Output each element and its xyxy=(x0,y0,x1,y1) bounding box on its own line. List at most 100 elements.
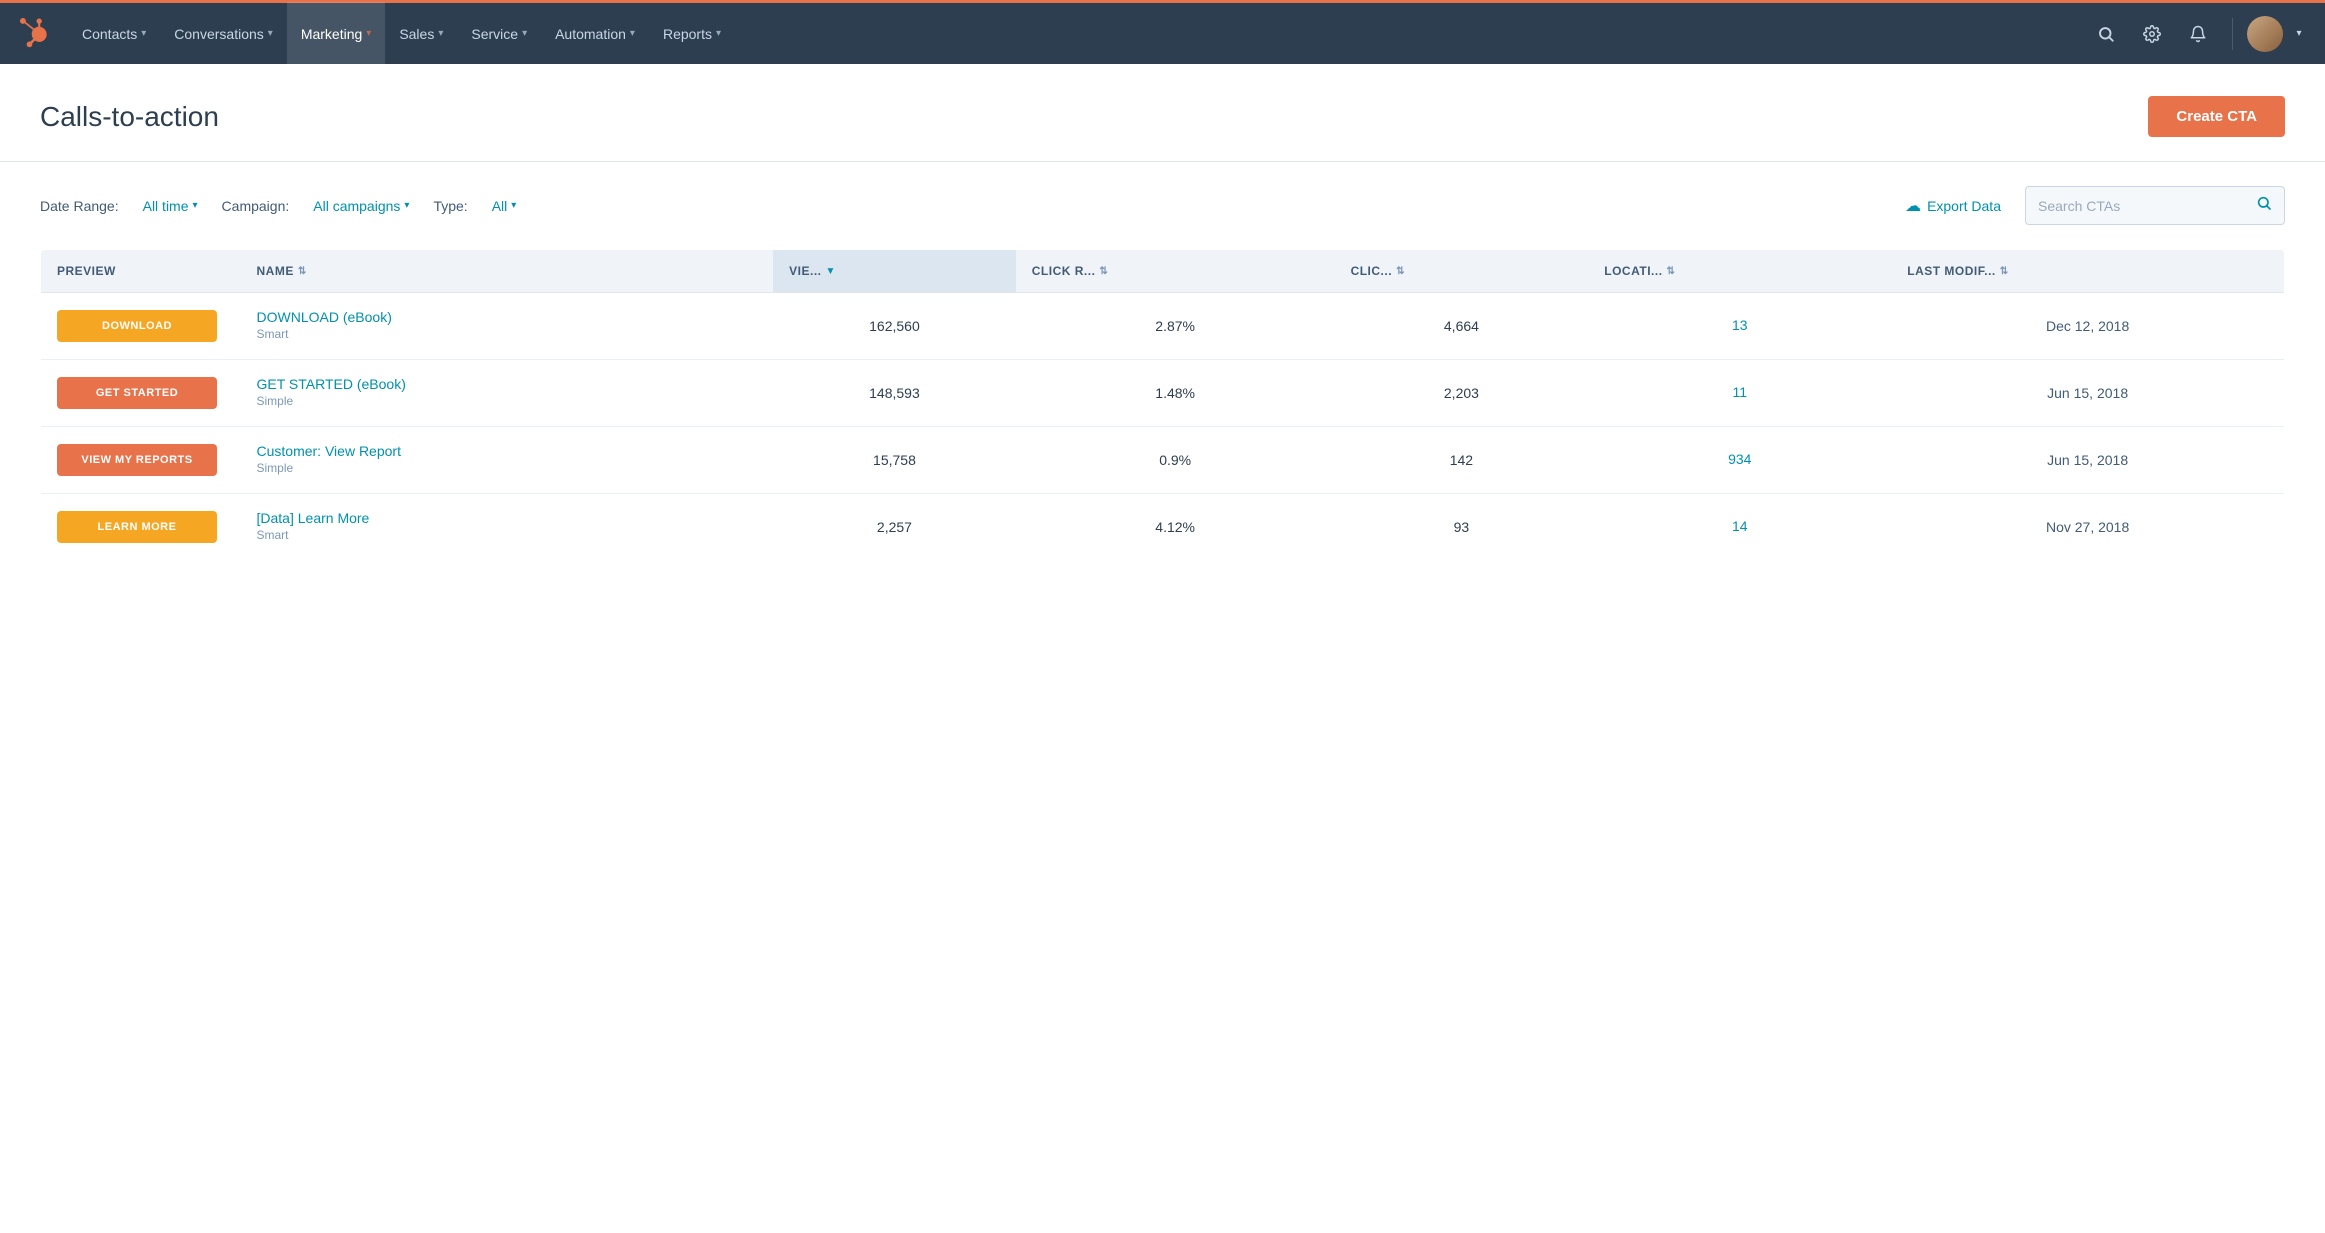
cta-preview-button[interactable]: VIEW MY REPORTS xyxy=(57,444,217,476)
search-icon-button[interactable] xyxy=(2086,14,2126,54)
locations-link[interactable]: 11 xyxy=(1732,384,1747,400)
col-lastmod[interactable]: LAST MODIF... ⇅ xyxy=(1891,250,2284,293)
locations-link[interactable]: 934 xyxy=(1728,451,1751,467)
click-rate-cell: 2.87% xyxy=(1016,293,1335,360)
click-rate-cell: 0.9% xyxy=(1016,427,1335,494)
cta-table: PREVIEW NAME ⇅ VIE... ▼ xyxy=(40,249,2285,561)
nav-reports[interactable]: Reports ▾ xyxy=(649,2,735,66)
date-range-select[interactable]: All time ▾ xyxy=(143,198,198,214)
cta-name-link[interactable]: Customer: View Report xyxy=(257,443,758,459)
campaign-select[interactable]: All campaigns ▾ xyxy=(313,198,409,214)
nav-conversations[interactable]: Conversations ▾ xyxy=(160,2,287,66)
table-row: LEARN MORE [Data] Learn More Smart 2,257… xyxy=(41,494,2285,561)
user-menu-chevron[interactable]: ▾ xyxy=(2289,14,2309,54)
clickrate-sort-icon: ⇅ xyxy=(1099,266,1108,277)
nav-contacts[interactable]: Contacts ▾ xyxy=(68,2,160,66)
col-clicks[interactable]: CLIC... ⇅ xyxy=(1335,250,1589,293)
last-modified-cell: Jun 15, 2018 xyxy=(1891,360,2284,427)
avatar-image xyxy=(2247,16,2283,52)
clicks-cell: 2,203 xyxy=(1335,360,1589,427)
user-avatar[interactable] xyxy=(2247,16,2283,52)
search-ctas-input[interactable] xyxy=(2038,198,2256,214)
locations-link[interactable]: 13 xyxy=(1732,317,1748,333)
locations-sort-icon: ⇅ xyxy=(1667,266,1676,277)
chevron-down-icon: ▾ xyxy=(716,28,721,39)
preview-cell: GET STARTED xyxy=(41,360,241,427)
views-cell: 2,257 xyxy=(773,494,1016,561)
cta-type: Simple xyxy=(257,461,294,475)
cta-type: Smart xyxy=(257,528,289,542)
click-rate-cell: 1.48% xyxy=(1016,360,1335,427)
name-cell: DOWNLOAD (eBook) Smart xyxy=(241,293,774,360)
views-cell: 148,593 xyxy=(773,360,1016,427)
locations-link[interactable]: 14 xyxy=(1732,518,1748,534)
cta-preview-button[interactable]: DOWNLOAD xyxy=(57,310,217,342)
settings-icon-button[interactable] xyxy=(2132,14,2172,54)
chevron-down-icon: ▾ xyxy=(141,28,146,39)
hubspot-logo[interactable] xyxy=(16,14,56,54)
main-content: Calls-to-action Create CTA Date Range: A… xyxy=(0,64,2325,1233)
type-select[interactable]: All ▾ xyxy=(492,198,517,214)
nav-marketing[interactable]: Marketing ▾ xyxy=(287,2,386,66)
clicks-sort-icon: ⇅ xyxy=(1396,266,1405,277)
date-range-chevron: ▾ xyxy=(193,200,198,211)
export-data-button[interactable]: ☁ Export Data xyxy=(1905,196,2001,216)
chevron-down-icon: ▾ xyxy=(630,28,635,39)
clicks-cell: 4,664 xyxy=(1335,293,1589,360)
nav-icon-group: ▾ xyxy=(2086,14,2309,54)
cta-table-wrapper: PREVIEW NAME ⇅ VIE... ▼ xyxy=(0,249,2325,601)
table-body: DOWNLOAD DOWNLOAD (eBook) Smart 162,560 … xyxy=(41,293,2285,561)
table-row: DOWNLOAD DOWNLOAD (eBook) Smart 162,560 … xyxy=(41,293,2285,360)
cta-name-link[interactable]: DOWNLOAD (eBook) xyxy=(257,309,758,325)
views-sort-icon: ▼ xyxy=(826,266,836,277)
search-box xyxy=(2025,186,2285,225)
clicks-cell: 142 xyxy=(1335,427,1589,494)
last-modified-cell: Nov 27, 2018 xyxy=(1891,494,2284,561)
date-range-label: Date Range: xyxy=(40,198,119,214)
col-views[interactable]: VIE... ▼ xyxy=(773,250,1016,293)
name-cell: GET STARTED (eBook) Simple xyxy=(241,360,774,427)
search-icon xyxy=(2256,195,2272,216)
page-title: Calls-to-action xyxy=(40,101,219,133)
chevron-down-icon: ▾ xyxy=(522,28,527,39)
campaign-chevron: ▾ xyxy=(404,200,409,211)
navigation: Contacts ▾ Conversations ▾ Marketing ▾ S… xyxy=(0,0,2325,64)
col-name[interactable]: NAME ⇅ xyxy=(241,250,774,293)
views-cell: 15,758 xyxy=(773,427,1016,494)
nav-service[interactable]: Service ▾ xyxy=(457,2,541,66)
page-header: Calls-to-action Create CTA xyxy=(0,64,2325,162)
cta-type: Smart xyxy=(257,327,289,341)
col-clickrate[interactable]: CLICK R... ⇅ xyxy=(1016,250,1335,293)
notifications-icon-button[interactable] xyxy=(2178,14,2218,54)
preview-cell: LEARN MORE xyxy=(41,494,241,561)
filters-bar: Date Range: All time ▾ Campaign: All cam… xyxy=(0,162,2325,249)
click-rate-cell: 4.12% xyxy=(1016,494,1335,561)
name-cell: Customer: View Report Simple xyxy=(241,427,774,494)
nav-sales[interactable]: Sales ▾ xyxy=(385,2,457,66)
last-modified-cell: Dec 12, 2018 xyxy=(1891,293,2284,360)
cta-preview-button[interactable]: LEARN MORE xyxy=(57,511,217,543)
chevron-down-icon: ▾ xyxy=(438,28,443,39)
name-cell: [Data] Learn More Smart xyxy=(241,494,774,561)
cloud-upload-icon: ☁ xyxy=(1905,196,1921,216)
type-label: Type: xyxy=(433,198,467,214)
chevron-down-icon: ▾ xyxy=(366,28,371,39)
create-cta-button[interactable]: Create CTA xyxy=(2148,96,2285,137)
preview-cell: DOWNLOAD xyxy=(41,293,241,360)
cta-preview-button[interactable]: GET STARTED xyxy=(57,377,217,409)
col-locations[interactable]: LOCATI... ⇅ xyxy=(1588,250,1891,293)
locations-cell: 14 xyxy=(1588,494,1891,561)
views-cell: 162,560 xyxy=(773,293,1016,360)
preview-cell: VIEW MY REPORTS xyxy=(41,427,241,494)
chevron-down-icon: ▾ xyxy=(268,28,273,39)
cta-name-link[interactable]: [Data] Learn More xyxy=(257,510,758,526)
locations-cell: 11 xyxy=(1588,360,1891,427)
cta-name-link[interactable]: GET STARTED (eBook) xyxy=(257,376,758,392)
nav-automation[interactable]: Automation ▾ xyxy=(541,2,649,66)
name-sort-icon: ⇅ xyxy=(298,266,307,277)
clicks-cell: 93 xyxy=(1335,494,1589,561)
col-preview: PREVIEW xyxy=(41,250,241,293)
table-row: GET STARTED GET STARTED (eBook) Simple 1… xyxy=(41,360,2285,427)
nav-divider xyxy=(2232,18,2233,50)
table-header: PREVIEW NAME ⇅ VIE... ▼ xyxy=(41,250,2285,293)
